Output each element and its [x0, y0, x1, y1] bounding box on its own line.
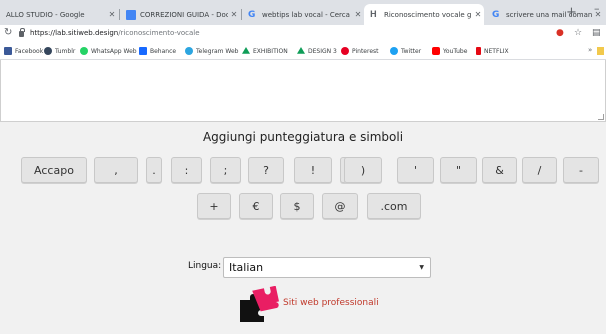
url-domain: https://lab.sitiweb.design [30, 29, 119, 37]
brand-link[interactable]: Siti web professionali [283, 298, 379, 308]
tab-title: webtips lab vocal - Cerca con G [262, 10, 352, 19]
tab-title: ALLO STUDIO - Google [6, 10, 85, 19]
tab-title: CORREZIONI GUIDA - Documen [140, 10, 228, 19]
bookmark-youtube[interactable]: YouTube [432, 47, 467, 55]
google-g-icon: G [248, 9, 256, 20]
bookmark-label: NETFLIX [484, 47, 509, 55]
bookmark-tumblr[interactable]: Tumblr [44, 47, 75, 55]
bookmark-label: Twitter [401, 47, 422, 55]
bookmark-label: Facebook [15, 47, 44, 55]
slash-button[interactable]: / [522, 157, 557, 183]
resize-grip-icon[interactable] [598, 114, 604, 120]
bookmark-label: Behance [150, 47, 177, 55]
tab-webtips-search[interactable]: G webtips lab vocal - Cerca con G ✕ [242, 4, 364, 25]
bookmark-twitter[interactable]: Twitter [390, 47, 421, 55]
close-icon[interactable]: ✕ [106, 10, 118, 19]
bookmark-label: DESIGN 3 [308, 47, 337, 55]
dotcom-button[interactable]: .com [367, 193, 421, 219]
euro-button[interactable]: € [239, 193, 273, 219]
url-path: /riconoscimento-vocale [118, 29, 200, 37]
comma-button[interactable]: , [94, 157, 138, 183]
reload-icon[interactable]: ↻ [4, 27, 12, 38]
url-field[interactable]: https://lab.sitiweb.design/riconosciment… [30, 29, 200, 37]
tab-correzioni-guida[interactable]: CORREZIONI GUIDA - Documen ✕ [120, 4, 240, 25]
close-icon[interactable]: ✕ [352, 10, 364, 19]
bookmark-telegram[interactable]: Telegram Web [185, 47, 238, 55]
bookmark-label: Telegram Web [196, 47, 239, 55]
google-g-icon: G [492, 9, 500, 20]
youtube-icon [432, 47, 440, 55]
google-drive-icon [242, 47, 250, 54]
behance-icon [139, 47, 147, 55]
reader-icon[interactable]: ▤ [592, 28, 601, 38]
bookmark-pinterest[interactable]: Pinterest [341, 47, 379, 55]
question-mark-button[interactable]: ? [248, 157, 284, 183]
section-title: Aggiungi punteggiatura e simboli [202, 130, 404, 144]
at-sign-button[interactable]: @ [322, 193, 358, 219]
pinterest-icon [341, 47, 349, 55]
page-icon: 𝐇 [370, 9, 377, 20]
bookmark-label: Tumblr [55, 47, 76, 55]
bookmark-label: WhatsApp Web [91, 47, 137, 55]
chevron-more-icon[interactable]: » [588, 46, 592, 54]
tab-title: Riconoscimento vocale gratis [384, 10, 472, 19]
address-bar: ↻ https://lab.sitiweb.design/riconoscime… [0, 25, 606, 44]
whatsapp-icon [80, 47, 88, 55]
extension-icon[interactable]: ● [556, 28, 564, 38]
twitter-icon [390, 47, 398, 55]
bookmark-netflix[interactable]: NETFLIX [476, 47, 509, 55]
bookmark-label: YouTube [443, 47, 468, 55]
chevron-down-icon: ▼ [419, 264, 424, 271]
new-tab-icon[interactable]: + [566, 5, 577, 20]
folder-icon[interactable] [597, 47, 604, 55]
netflix-icon [476, 47, 481, 55]
facebook-icon [4, 47, 12, 55]
tab-allo-studio[interactable]: ALLO STUDIO - Google ✕ [0, 4, 118, 25]
dash-button[interactable]: - [563, 157, 599, 183]
tab-riconoscimento-vocale[interactable]: 𝐇 Riconoscimento vocale gratis ✕ [364, 4, 484, 25]
close-paren-button[interactable]: ) [344, 157, 382, 183]
bookmarks-bar: Facebook Tumblr WhatsApp Web Behance Tel… [0, 44, 606, 60]
telegram-icon [185, 47, 193, 55]
transcription-textarea[interactable] [0, 60, 606, 122]
google-docs-icon [126, 9, 136, 20]
bookmark-whatsapp[interactable]: WhatsApp Web [80, 47, 137, 55]
language-value: Italian [229, 261, 264, 274]
dollar-button[interactable]: $ [280, 193, 314, 219]
lock-icon[interactable] [19, 28, 25, 37]
page-content: Aggiungi punteggiatura e simboli Accapo … [0, 60, 606, 334]
tab-scrivere-mail[interactable]: G scrivere una mail comando voc ✕ [486, 4, 604, 25]
close-icon[interactable]: ✕ [472, 10, 484, 19]
apostrophe-button[interactable]: ' [397, 157, 434, 183]
semicolon-button[interactable]: ; [210, 157, 241, 183]
exclamation-button[interactable]: ! [294, 157, 332, 183]
bookmark-exhibition[interactable]: EXHIBITION [242, 47, 288, 55]
language-select[interactable]: Italian ▼ [223, 257, 431, 278]
tab-title: scrivere una mail comando voc [506, 10, 592, 19]
bookmark-label: Pinterest [352, 47, 379, 55]
tumblr-icon [44, 47, 52, 55]
bookmark-design-3[interactable]: DESIGN 3 [297, 47, 337, 55]
puzzle-logo-icon[interactable] [230, 286, 280, 322]
bookmark-label: EXHIBITION [253, 47, 288, 55]
bookmark-behance[interactable]: Behance [139, 47, 176, 55]
accapo-button[interactable]: Accapo [21, 157, 87, 183]
language-label: Lingua: [188, 261, 222, 271]
colon-button[interactable]: : [171, 157, 202, 183]
google-drive-icon [297, 47, 305, 54]
ampersand-button[interactable]: & [482, 157, 517, 183]
tab-strip: ALLO STUDIO - Google ✕ CORREZIONI GUIDA … [0, 0, 606, 25]
star-icon[interactable]: ☆ [574, 28, 582, 38]
period-button[interactable]: . [146, 157, 162, 183]
minimize-icon[interactable]: – [594, 2, 600, 15]
close-icon[interactable]: ✕ [228, 10, 240, 19]
double-quote-button[interactable]: " [440, 157, 477, 183]
bookmark-facebook[interactable]: Facebook [4, 47, 43, 55]
plus-button[interactable]: + [197, 193, 231, 219]
